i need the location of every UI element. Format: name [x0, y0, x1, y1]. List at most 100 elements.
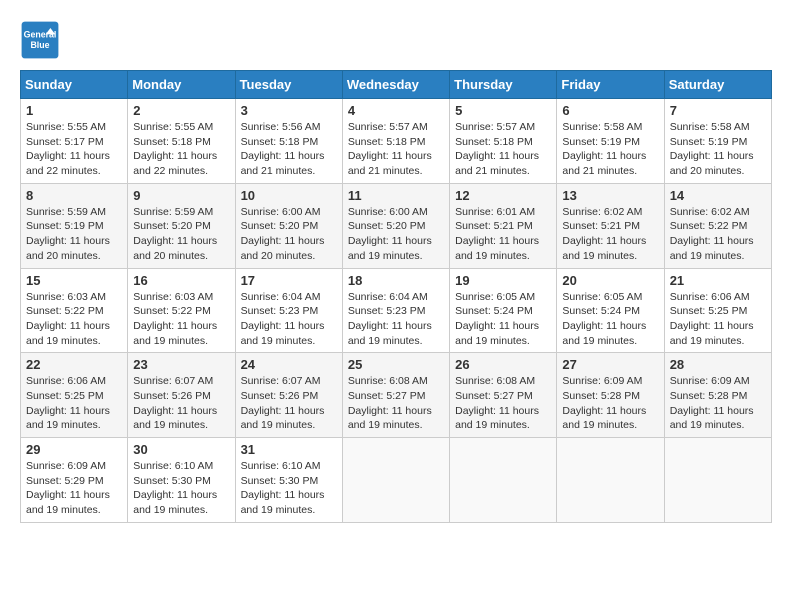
- day-cell-18: 18 Sunrise: 6:04 AMSunset: 5:23 PMDaylig…: [342, 268, 449, 353]
- day-info: Sunrise: 6:02 AMSunset: 5:22 PMDaylight:…: [670, 206, 754, 262]
- day-info: Sunrise: 6:00 AMSunset: 5:20 PMDaylight:…: [348, 206, 432, 262]
- day-number: 20: [562, 273, 658, 288]
- day-number: 7: [670, 103, 766, 118]
- day-number: 31: [241, 442, 337, 457]
- day-header-wednesday: Wednesday: [342, 71, 449, 99]
- day-info: Sunrise: 6:10 AMSunset: 5:30 PMDaylight:…: [133, 460, 217, 516]
- day-number: 9: [133, 188, 229, 203]
- day-info: Sunrise: 5:57 AMSunset: 5:18 PMDaylight:…: [455, 121, 539, 177]
- day-info: Sunrise: 6:02 AMSunset: 5:21 PMDaylight:…: [562, 206, 646, 262]
- day-cell-16: 16 Sunrise: 6:03 AMSunset: 5:22 PMDaylig…: [128, 268, 235, 353]
- day-cell-24: 24 Sunrise: 6:07 AMSunset: 5:26 PMDaylig…: [235, 353, 342, 438]
- day-number: 6: [562, 103, 658, 118]
- day-cell-12: 12 Sunrise: 6:01 AMSunset: 5:21 PMDaylig…: [450, 183, 557, 268]
- day-info: Sunrise: 5:59 AMSunset: 5:19 PMDaylight:…: [26, 206, 110, 262]
- day-info: Sunrise: 5:58 AMSunset: 5:19 PMDaylight:…: [670, 121, 754, 177]
- day-header-monday: Monday: [128, 71, 235, 99]
- day-header-sunday: Sunday: [21, 71, 128, 99]
- day-number: 13: [562, 188, 658, 203]
- svg-text:Blue: Blue: [30, 40, 49, 50]
- day-number: 22: [26, 357, 122, 372]
- day-info: Sunrise: 6:06 AMSunset: 5:25 PMDaylight:…: [26, 375, 110, 431]
- day-info: Sunrise: 6:03 AMSunset: 5:22 PMDaylight:…: [133, 291, 217, 347]
- day-info: Sunrise: 6:04 AMSunset: 5:23 PMDaylight:…: [241, 291, 325, 347]
- day-number: 8: [26, 188, 122, 203]
- day-info: Sunrise: 5:56 AMSunset: 5:18 PMDaylight:…: [241, 121, 325, 177]
- day-info: Sunrise: 5:59 AMSunset: 5:20 PMDaylight:…: [133, 206, 217, 262]
- day-number: 29: [26, 442, 122, 457]
- day-number: 3: [241, 103, 337, 118]
- day-cell-14: 14 Sunrise: 6:02 AMSunset: 5:22 PMDaylig…: [664, 183, 771, 268]
- day-number: 12: [455, 188, 551, 203]
- day-info: Sunrise: 6:07 AMSunset: 5:26 PMDaylight:…: [241, 375, 325, 431]
- day-number: 16: [133, 273, 229, 288]
- day-number: 5: [455, 103, 551, 118]
- day-number: 25: [348, 357, 444, 372]
- day-number: 10: [241, 188, 337, 203]
- day-number: 17: [241, 273, 337, 288]
- empty-cell: [342, 438, 449, 523]
- day-info: Sunrise: 6:07 AMSunset: 5:26 PMDaylight:…: [133, 375, 217, 431]
- day-info: Sunrise: 5:57 AMSunset: 5:18 PMDaylight:…: [348, 121, 432, 177]
- page-header: General Blue: [20, 20, 772, 60]
- empty-cell: [450, 438, 557, 523]
- day-number: 24: [241, 357, 337, 372]
- day-cell-10: 10 Sunrise: 6:00 AMSunset: 5:20 PMDaylig…: [235, 183, 342, 268]
- day-info: Sunrise: 6:09 AMSunset: 5:28 PMDaylight:…: [562, 375, 646, 431]
- day-header-saturday: Saturday: [664, 71, 771, 99]
- day-number: 2: [133, 103, 229, 118]
- day-number: 27: [562, 357, 658, 372]
- day-number: 21: [670, 273, 766, 288]
- day-number: 19: [455, 273, 551, 288]
- day-cell-26: 26 Sunrise: 6:08 AMSunset: 5:27 PMDaylig…: [450, 353, 557, 438]
- day-cell-20: 20 Sunrise: 6:05 AMSunset: 5:24 PMDaylig…: [557, 268, 664, 353]
- day-cell-11: 11 Sunrise: 6:00 AMSunset: 5:20 PMDaylig…: [342, 183, 449, 268]
- day-info: Sunrise: 6:10 AMSunset: 5:30 PMDaylight:…: [241, 460, 325, 516]
- day-info: Sunrise: 6:06 AMSunset: 5:25 PMDaylight:…: [670, 291, 754, 347]
- day-info: Sunrise: 6:05 AMSunset: 5:24 PMDaylight:…: [562, 291, 646, 347]
- day-cell-15: 15 Sunrise: 6:03 AMSunset: 5:22 PMDaylig…: [21, 268, 128, 353]
- day-info: Sunrise: 6:01 AMSunset: 5:21 PMDaylight:…: [455, 206, 539, 262]
- day-cell-22: 22 Sunrise: 6:06 AMSunset: 5:25 PMDaylig…: [21, 353, 128, 438]
- day-info: Sunrise: 6:09 AMSunset: 5:28 PMDaylight:…: [670, 375, 754, 431]
- day-cell-4: 4 Sunrise: 5:57 AMSunset: 5:18 PMDayligh…: [342, 99, 449, 184]
- day-number: 30: [133, 442, 229, 457]
- day-info: Sunrise: 5:58 AMSunset: 5:19 PMDaylight:…: [562, 121, 646, 177]
- day-number: 28: [670, 357, 766, 372]
- day-number: 14: [670, 188, 766, 203]
- day-cell-30: 30 Sunrise: 6:10 AMSunset: 5:30 PMDaylig…: [128, 438, 235, 523]
- day-cell-13: 13 Sunrise: 6:02 AMSunset: 5:21 PMDaylig…: [557, 183, 664, 268]
- week-row-5: 29 Sunrise: 6:09 AMSunset: 5:29 PMDaylig…: [21, 438, 772, 523]
- day-cell-23: 23 Sunrise: 6:07 AMSunset: 5:26 PMDaylig…: [128, 353, 235, 438]
- week-row-2: 8 Sunrise: 5:59 AMSunset: 5:19 PMDayligh…: [21, 183, 772, 268]
- day-cell-28: 28 Sunrise: 6:09 AMSunset: 5:28 PMDaylig…: [664, 353, 771, 438]
- day-info: Sunrise: 6:08 AMSunset: 5:27 PMDaylight:…: [348, 375, 432, 431]
- week-row-3: 15 Sunrise: 6:03 AMSunset: 5:22 PMDaylig…: [21, 268, 772, 353]
- day-cell-3: 3 Sunrise: 5:56 AMSunset: 5:18 PMDayligh…: [235, 99, 342, 184]
- day-header-tuesday: Tuesday: [235, 71, 342, 99]
- day-header-thursday: Thursday: [450, 71, 557, 99]
- day-info: Sunrise: 6:08 AMSunset: 5:27 PMDaylight:…: [455, 375, 539, 431]
- day-info: Sunrise: 5:55 AMSunset: 5:17 PMDaylight:…: [26, 121, 110, 177]
- day-info: Sunrise: 5:55 AMSunset: 5:18 PMDaylight:…: [133, 121, 217, 177]
- day-number: 4: [348, 103, 444, 118]
- day-number: 18: [348, 273, 444, 288]
- day-cell-2: 2 Sunrise: 5:55 AMSunset: 5:18 PMDayligh…: [128, 99, 235, 184]
- day-cell-7: 7 Sunrise: 5:58 AMSunset: 5:19 PMDayligh…: [664, 99, 771, 184]
- day-info: Sunrise: 6:03 AMSunset: 5:22 PMDaylight:…: [26, 291, 110, 347]
- day-cell-21: 21 Sunrise: 6:06 AMSunset: 5:25 PMDaylig…: [664, 268, 771, 353]
- day-cell-25: 25 Sunrise: 6:08 AMSunset: 5:27 PMDaylig…: [342, 353, 449, 438]
- day-number: 26: [455, 357, 551, 372]
- day-number: 23: [133, 357, 229, 372]
- day-number: 15: [26, 273, 122, 288]
- logo-icon: General Blue: [20, 20, 60, 60]
- day-cell-8: 8 Sunrise: 5:59 AMSunset: 5:19 PMDayligh…: [21, 183, 128, 268]
- day-cell-6: 6 Sunrise: 5:58 AMSunset: 5:19 PMDayligh…: [557, 99, 664, 184]
- day-header-friday: Friday: [557, 71, 664, 99]
- empty-cell: [664, 438, 771, 523]
- week-row-4: 22 Sunrise: 6:06 AMSunset: 5:25 PMDaylig…: [21, 353, 772, 438]
- day-cell-29: 29 Sunrise: 6:09 AMSunset: 5:29 PMDaylig…: [21, 438, 128, 523]
- day-cell-5: 5 Sunrise: 5:57 AMSunset: 5:18 PMDayligh…: [450, 99, 557, 184]
- day-cell-31: 31 Sunrise: 6:10 AMSunset: 5:30 PMDaylig…: [235, 438, 342, 523]
- day-number: 1: [26, 103, 122, 118]
